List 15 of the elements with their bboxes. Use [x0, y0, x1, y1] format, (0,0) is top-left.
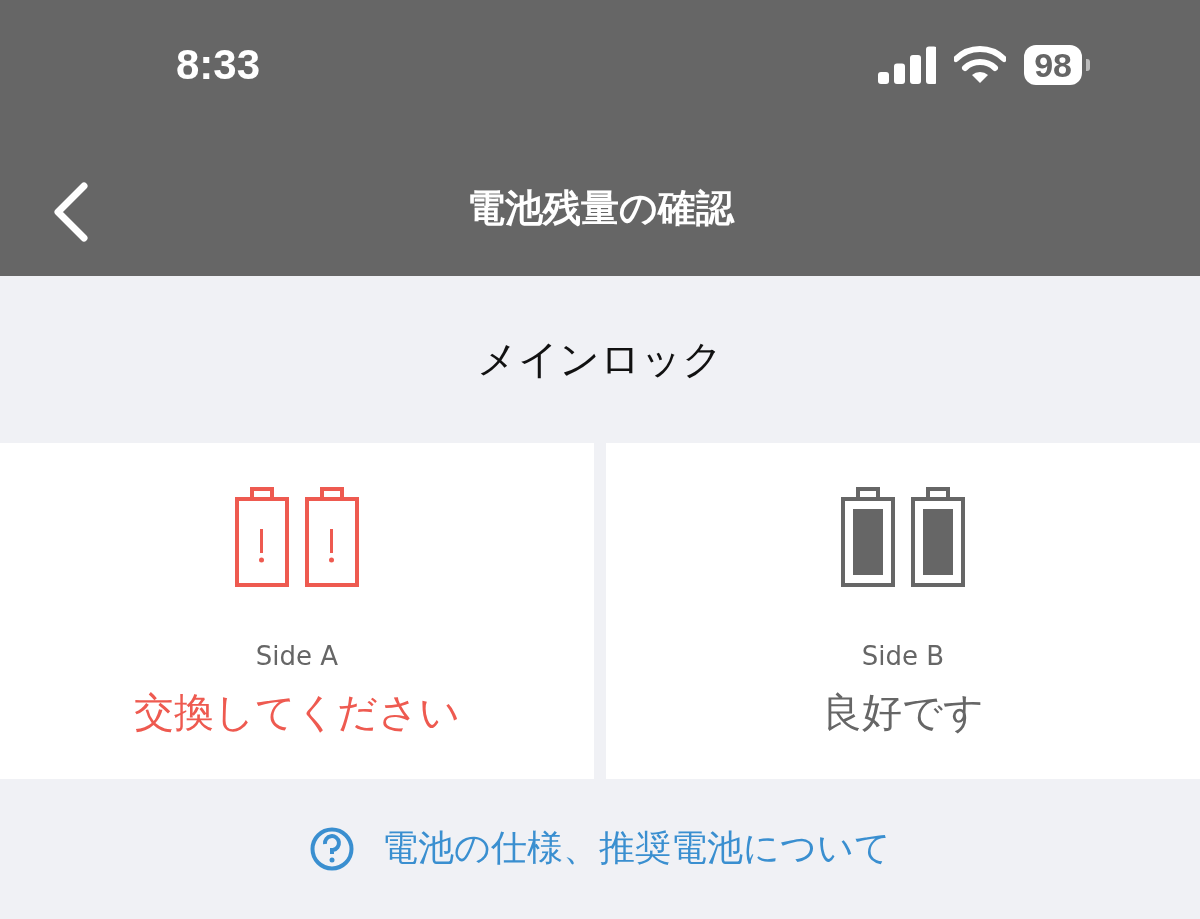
signal-icon	[878, 46, 937, 84]
help-icon	[309, 826, 354, 871]
section-title: メインロック	[477, 335, 723, 384]
page-title: 電池残量の確認	[466, 184, 734, 232]
batteries-icon	[841, 487, 965, 587]
battery-tip-icon	[1086, 59, 1090, 71]
wifi-icon	[954, 46, 1007, 84]
battery-status: 交換してください	[134, 688, 460, 737]
battery-spec-link[interactable]: 電池の仕様、推奨電池について	[381, 824, 891, 873]
batteries-icon	[235, 487, 359, 587]
battery-level: 98	[1024, 45, 1082, 85]
battery-status: 良好です	[822, 688, 984, 737]
side-label: Side B	[861, 641, 945, 671]
status-time: 8:33	[176, 41, 261, 89]
side-label: Side A	[255, 641, 339, 671]
